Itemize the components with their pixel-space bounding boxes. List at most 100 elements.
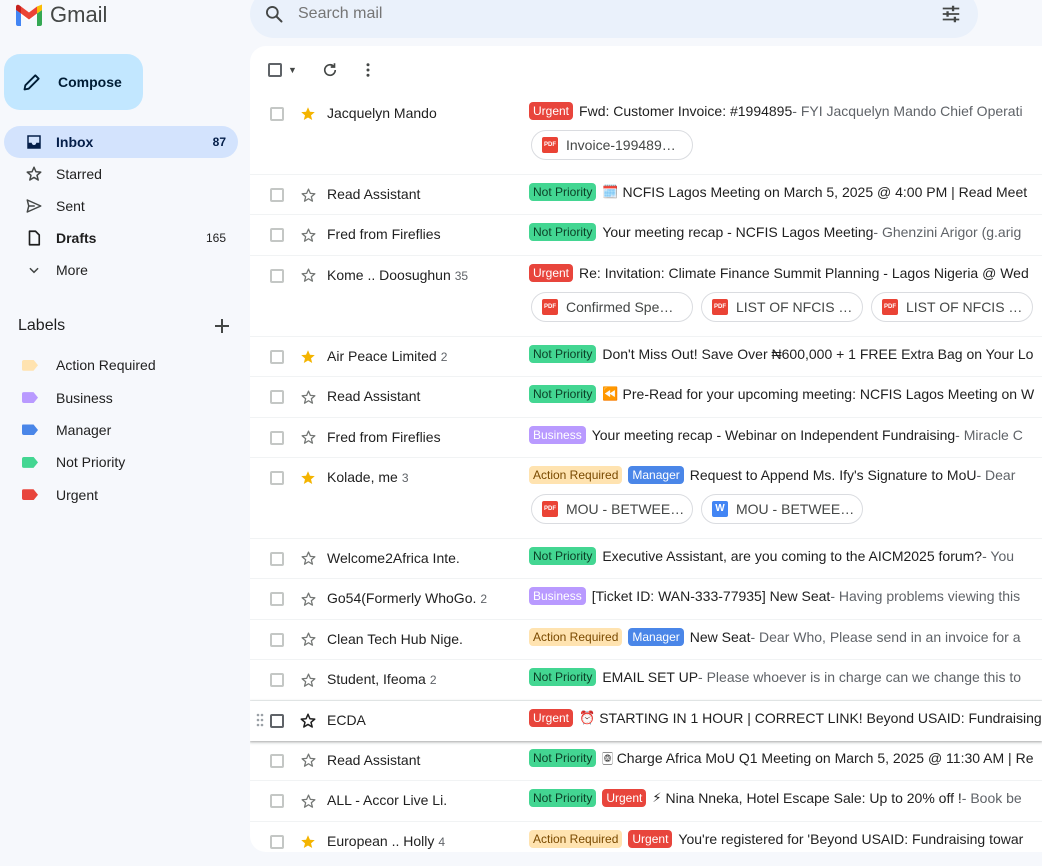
search-options-icon[interactable] xyxy=(940,3,962,25)
label-badge[interactable]: Not Priority xyxy=(529,385,597,404)
email-checkbox[interactable] xyxy=(270,107,284,121)
sidebar-item-sent[interactable]: Sent xyxy=(4,190,238,222)
email-row[interactable]: Read Assistant Not Priority ⏪ Pre-Read for … xyxy=(250,377,1042,418)
email-checkbox[interactable] xyxy=(270,713,284,728)
email-checkbox[interactable] xyxy=(270,753,284,768)
star-icon[interactable] xyxy=(298,185,318,205)
label-badge[interactable]: Not Priority xyxy=(529,668,597,687)
label-badge[interactable]: Manager xyxy=(628,465,684,484)
email-row[interactable]: ECDA Urgent ⏰ STARTING IN 1 HOUR | CORRECT … xyxy=(250,701,1042,741)
refresh-icon[interactable] xyxy=(321,61,339,79)
label-badge[interactable]: Not Priority xyxy=(529,546,597,565)
email-checkbox[interactable] xyxy=(270,834,284,849)
sidebar-item-starred[interactable]: Starred xyxy=(4,158,238,190)
label-badge[interactable]: Not Priority xyxy=(529,789,597,808)
star-icon[interactable] xyxy=(298,670,318,690)
star-icon[interactable] xyxy=(298,387,318,407)
email-row[interactable]: Kolade, me 3 Action Required Manager Request… xyxy=(250,458,1042,539)
label-badge[interactable]: Business xyxy=(529,425,586,444)
star-icon[interactable] xyxy=(298,711,318,731)
star-icon[interactable] xyxy=(298,266,318,286)
sidebar-item-more[interactable]: More xyxy=(4,254,238,286)
email-snippet: - Miracle C xyxy=(955,426,1023,443)
label-business[interactable]: Business xyxy=(0,381,250,413)
select-dropdown-icon[interactable]: ▼ xyxy=(288,65,297,75)
more-options-icon[interactable] xyxy=(359,61,377,79)
attachment-name: MOU - BETWEE… xyxy=(736,500,855,517)
compose-button[interactable]: Compose xyxy=(4,54,143,110)
star-filled-icon[interactable] xyxy=(298,832,318,852)
attachment-chip[interactable]: PDF Invoice-199489… xyxy=(531,130,693,160)
label-badge[interactable]: Urgent xyxy=(628,829,673,848)
star-icon[interactable] xyxy=(298,791,318,811)
select-all-checkbox[interactable] xyxy=(268,63,282,77)
label-badge[interactable]: Urgent xyxy=(529,102,574,120)
label-badge[interactable]: Not Priority xyxy=(529,748,597,767)
label-badge[interactable]: Manager xyxy=(628,627,684,646)
email-row[interactable]: Fred from Fireflies Business Your meeting … xyxy=(250,418,1042,458)
email-checkbox[interactable] xyxy=(270,632,284,647)
email-checkbox[interactable] xyxy=(270,228,284,243)
gmail-logo[interactable]: Gmail xyxy=(14,0,107,30)
star-filled-icon[interactable] xyxy=(298,104,318,124)
email-row[interactable]: European .. Holly 4 Action Required Urgent Y… xyxy=(250,822,1042,852)
email-checkbox[interactable] xyxy=(270,268,284,283)
label-action-required[interactable]: Action Required xyxy=(0,349,250,381)
email-row[interactable]: Welcome2Africa Inte. Not Priority Executiv… xyxy=(250,539,1042,580)
email-row[interactable]: Go54(Formerly WhoGo. 2 Business [Ticket ID:… xyxy=(250,579,1042,620)
email-checkbox[interactable] xyxy=(270,188,284,202)
star-icon[interactable] xyxy=(298,549,318,569)
sidebar-item-inbox[interactable]: Inbox 87 xyxy=(4,126,238,158)
add-label-icon[interactable] xyxy=(214,318,230,334)
email-row[interactable]: Read Assistant Not Priority 🀙 Charge Africa… xyxy=(250,741,1042,782)
email-row[interactable]: Air Peace Limited 2 Not Priority Don't Miss… xyxy=(250,337,1042,378)
email-content: Business Your meeting recap - Webinar on … xyxy=(529,425,1042,444)
email-row[interactable]: Read Assistant Not Priority 🗓️ NCFIS Lagos … xyxy=(250,175,1042,216)
label-manager[interactable]: Manager xyxy=(0,414,250,446)
label-urgent[interactable]: Urgent xyxy=(0,479,250,511)
star-icon[interactable] xyxy=(298,630,318,650)
email-row[interactable]: Student, Ifeoma 2 Not Priority EMAIL SET UP… xyxy=(250,660,1042,701)
search-input[interactable] xyxy=(298,5,926,23)
label-badge[interactable]: Urgent xyxy=(602,789,647,808)
email-row[interactable]: Jacquelyn Mando Urgent Fwd: Customer Invoi… xyxy=(250,94,1042,175)
label-badge[interactable]: Urgent xyxy=(529,263,574,282)
star-icon[interactable] xyxy=(298,428,318,448)
attachment-chip[interactable]: W MOU - BETWEE… xyxy=(701,493,863,524)
email-checkbox[interactable] xyxy=(270,390,284,405)
attachment-chip[interactable]: PDF LIST OF NFCIS … xyxy=(701,291,863,322)
label-badge[interactable]: Action Required xyxy=(529,627,623,646)
email-checkbox[interactable] xyxy=(270,551,284,566)
star-icon[interactable] xyxy=(298,751,318,771)
search-icon[interactable] xyxy=(264,4,284,24)
email-row[interactable]: Kome .. Doosughun 35 Urgent Re: Invitation:… xyxy=(250,256,1042,337)
attachment-chip[interactable]: PDF MOU - BETWEE… xyxy=(531,493,693,524)
star-filled-icon[interactable] xyxy=(298,347,318,367)
label-not-priority[interactable]: Not Priority xyxy=(0,446,250,478)
label-badge[interactable]: Not Priority xyxy=(529,344,597,363)
inbox-icon xyxy=(24,133,44,151)
email-row[interactable]: ALL - Accor Live Li. Not Priority Urgent ⚡ N… xyxy=(250,781,1042,822)
email-checkbox[interactable] xyxy=(270,794,284,809)
email-checkbox[interactable] xyxy=(270,592,284,607)
email-checkbox[interactable] xyxy=(270,430,284,445)
label-badge[interactable]: Not Priority xyxy=(529,183,597,201)
sidebar-item-drafts[interactable]: Drafts 165 xyxy=(4,222,238,254)
attachment-chip[interactable]: PDF LIST OF NFCIS … xyxy=(871,291,1033,322)
label-badge[interactable]: Urgent xyxy=(529,708,574,727)
email-checkbox[interactable] xyxy=(270,349,284,364)
attachment-chip[interactable]: PDF Confirmed Spe… xyxy=(531,291,693,322)
label-badge[interactable]: Not Priority xyxy=(529,223,597,242)
label-badge[interactable]: Action Required xyxy=(529,829,623,848)
label-badge[interactable]: Action Required xyxy=(529,465,623,484)
star-filled-icon[interactable] xyxy=(298,468,318,488)
email-checkbox[interactable] xyxy=(270,470,284,485)
email-checkbox[interactable] xyxy=(270,673,284,688)
search-bar[interactable] xyxy=(250,0,978,38)
email-row[interactable]: Fred from Fireflies Not Priority Your meet… xyxy=(250,215,1042,256)
drag-handle-icon[interactable] xyxy=(256,713,264,732)
email-row[interactable]: Clean Tech Hub Nige. Action Required Manag… xyxy=(250,620,1042,661)
star-icon[interactable] xyxy=(298,589,318,609)
label-badge[interactable]: Business xyxy=(529,587,586,606)
star-icon[interactable] xyxy=(298,225,318,245)
